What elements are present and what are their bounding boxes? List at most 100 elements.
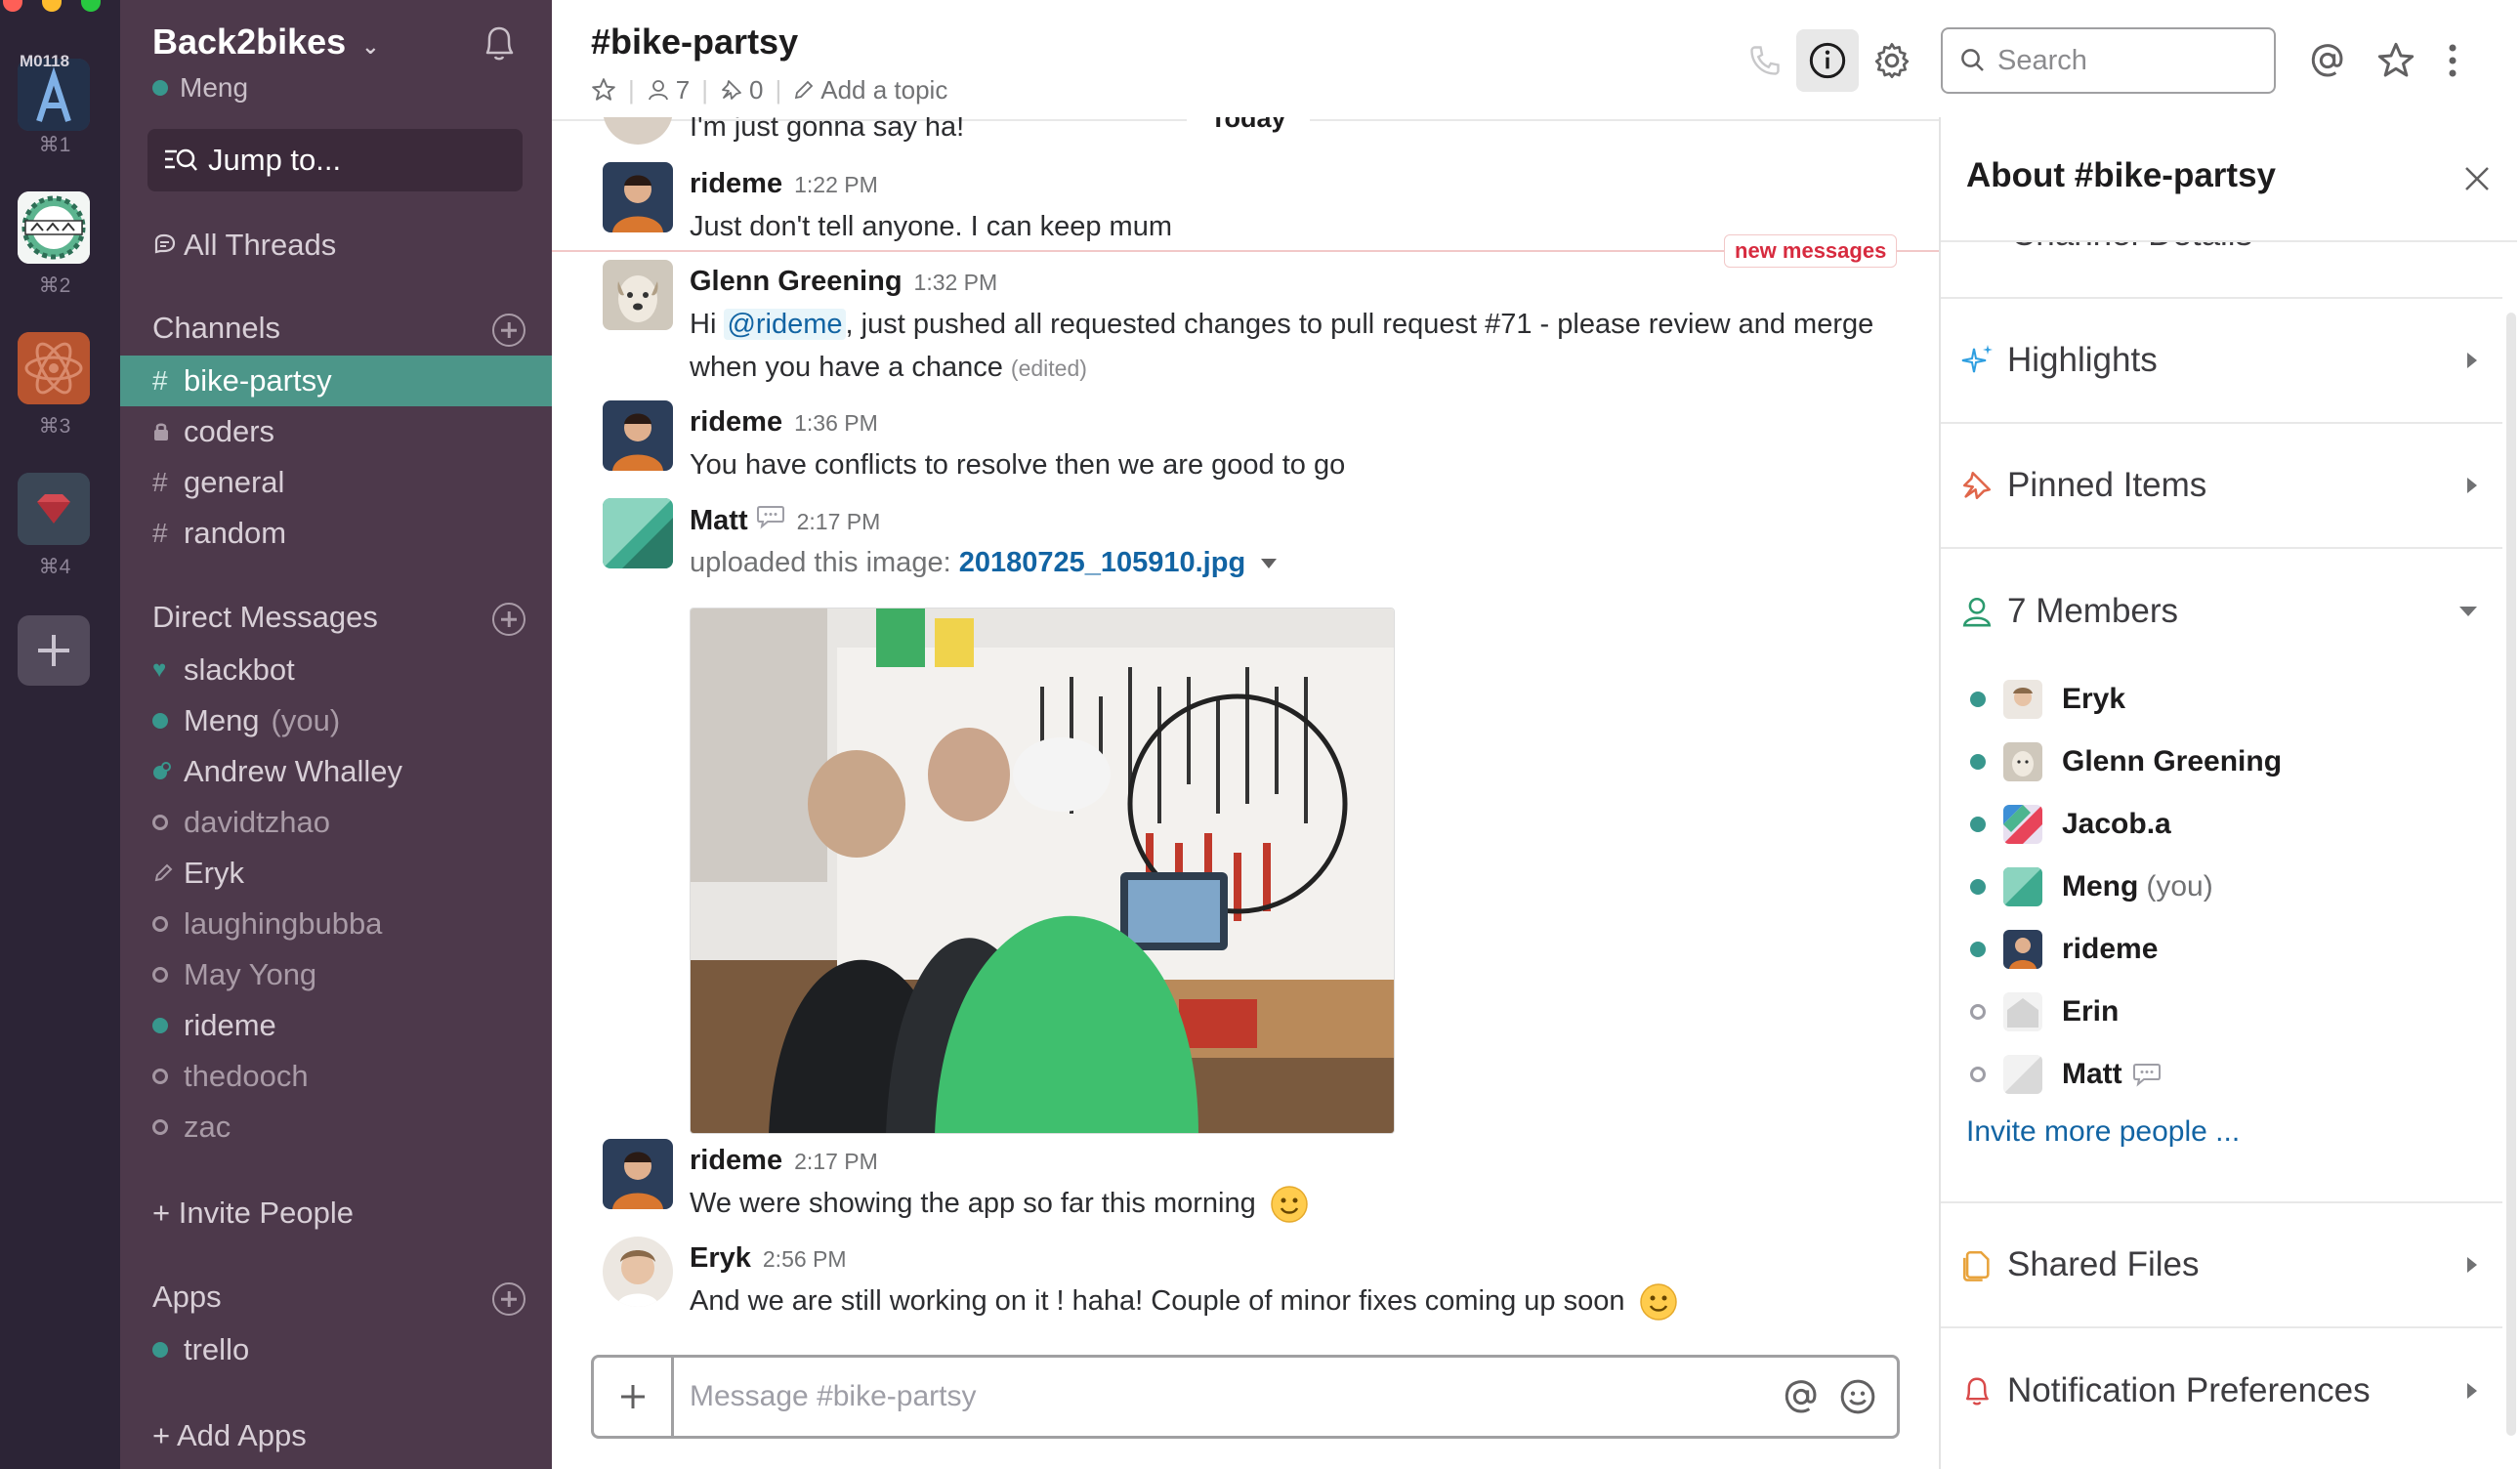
channel-name: bike-partsy [184, 363, 332, 398]
jump-to-label: Jump to... [208, 143, 342, 177]
team-gem[interactable] [18, 473, 90, 545]
file-link[interactable]: 20180725_105910.jpg [959, 547, 1245, 578]
sidebar-item-slackbot[interactable]: ♥ slackbot [120, 645, 552, 695]
member-meng[interactable]: Meng (you) [1970, 861, 2213, 912]
sidebar-item-davidtzhao[interactable]: davidtzhao [120, 797, 552, 848]
close-window-button[interactable] [3, 0, 22, 12]
section-label: 7 Members [2007, 592, 2179, 630]
new-messages-badge[interactable]: new messages [1724, 234, 1898, 268]
message-author[interactable]: Eryk [690, 1242, 751, 1275]
all-threads-link[interactable]: All Threads [120, 220, 552, 271]
mentions-button[interactable] [2296, 29, 2359, 92]
sidebar-item-general[interactable]: # general [120, 457, 552, 508]
sidebar-item-trello[interactable]: trello [120, 1324, 552, 1375]
close-icon [2465, 167, 2489, 190]
message-author[interactable]: Matt [690, 505, 748, 537]
presence-away-icon [1970, 1004, 1986, 1020]
member-name: Glenn Greening [2062, 745, 2283, 777]
team-react[interactable] [18, 332, 90, 404]
highlights-section[interactable]: Highlights [1941, 299, 2502, 424]
message-text-body: , just pushed all requested changes to p… [690, 309, 1874, 383]
members-count-button[interactable]: 7 [647, 75, 690, 105]
add-topic-button[interactable]: Add a topic [793, 75, 947, 105]
add-channel-button[interactable] [492, 314, 525, 347]
sidebar-item-zac[interactable]: zac [120, 1102, 552, 1153]
message-timestamp[interactable]: 1:32 PM [914, 270, 998, 296]
message-timestamp[interactable]: 1:36 PM [794, 410, 878, 437]
team-back2bikes[interactable] [18, 191, 90, 264]
attach-file-button[interactable] [594, 1358, 674, 1436]
sidebar-item-bike-partsy[interactable]: # bike-partsy [120, 356, 552, 406]
panel-scrollbar[interactable] [2506, 313, 2516, 1436]
message-author[interactable]: rideme [690, 1145, 782, 1177]
you-label: (you) [271, 703, 341, 737]
current-user[interactable]: Meng [152, 72, 248, 104]
avatar [603, 162, 673, 232]
member-jacob-a[interactable]: Jacob.a [1970, 799, 2171, 850]
more-options-button[interactable] [2433, 29, 2472, 92]
message-author[interactable]: Glenn Greening [690, 266, 903, 298]
message-timestamp[interactable]: 2:56 PM [763, 1246, 847, 1273]
message-list[interactable]: Today I'm just gonna say ha! rideme 1:22 … [552, 117, 1939, 1348]
sidebar-item-andrew-whalley[interactable]: Andrew Whalley [120, 746, 552, 797]
message-input[interactable]: Message #bike-partsy [690, 1380, 1782, 1413]
channel-info-button[interactable] [1796, 29, 1859, 92]
mention-button[interactable] [1782, 1377, 1821, 1416]
close-panel-button[interactable] [2462, 164, 2492, 193]
member-matt[interactable]: Matt [1970, 1049, 2162, 1100]
message-timestamp[interactable]: 2:17 PM [794, 1149, 878, 1175]
starred-items-button[interactable] [2365, 29, 2427, 92]
pinned-count-button[interactable]: 0 [720, 75, 763, 105]
add-topic-label: Add a topic [820, 74, 948, 105]
add-dm-button[interactable] [492, 603, 525, 636]
invite-people-link[interactable]: + Invite People [120, 1188, 552, 1238]
search-input[interactable]: Search [1941, 27, 2276, 94]
sidebar-item-laughingbubba[interactable]: laughingbubba [120, 899, 552, 949]
presence-mobile-icon [152, 762, 184, 781]
uploaded-image[interactable] [690, 608, 1395, 1134]
apps-header[interactable]: Apps [152, 1280, 222, 1315]
message-timestamp[interactable]: 1:22 PM [794, 172, 878, 198]
speech-bubble-icon [2132, 1062, 2162, 1087]
emoji-picker-button[interactable] [1838, 1377, 1877, 1416]
add-workspace-button[interactable] [18, 615, 90, 686]
sidebar-item-meng[interactable]: Meng (you) [120, 695, 552, 746]
star-channel-button[interactable] [591, 77, 616, 103]
chevron-down-icon [2457, 605, 2479, 618]
hash-icon: # [152, 518, 168, 548]
sidebar-item-coders[interactable]: coders [120, 406, 552, 457]
shared-files-section[interactable]: Shared Files [1941, 1203, 2502, 1328]
add-app-button[interactable] [492, 1282, 525, 1316]
member-erin[interactable]: Erin [1970, 986, 2119, 1037]
message-author[interactable]: rideme [690, 168, 782, 200]
member-eryk[interactable]: Eryk [1970, 674, 2125, 725]
members-section[interactable]: 7 Members [1941, 549, 2502, 674]
sidebar-item-eryk[interactable]: Eryk [120, 848, 552, 899]
notification-preferences-section[interactable]: Notification Preferences [1941, 1328, 2502, 1453]
call-button[interactable] [1734, 29, 1796, 92]
zoom-window-button[interactable] [81, 0, 101, 12]
channels-header[interactable]: Channels [152, 311, 280, 346]
user-mention[interactable]: @rideme [724, 309, 846, 340]
sidebar-item-rideme[interactable]: rideme [120, 1000, 552, 1051]
phone-icon [1750, 46, 1780, 75]
message-timestamp[interactable]: 2:17 PM [797, 509, 881, 535]
channel-settings-button[interactable] [1861, 29, 1923, 92]
minimize-window-button[interactable] [42, 0, 62, 12]
sidebar-item-may-yong[interactable]: May Yong [120, 949, 552, 1000]
notifications-bell-button[interactable] [480, 21, 519, 64]
add-apps-link[interactable]: + Add Apps [120, 1410, 552, 1461]
sidebar-item-thedooch[interactable]: thedooch [120, 1051, 552, 1102]
file-menu-caret-icon[interactable] [1259, 557, 1279, 570]
heart-icon: ♥ [152, 656, 167, 683]
workspace-menu[interactable]: Back2bikes ⌄ [152, 21, 380, 63]
message-author[interactable]: rideme [690, 406, 782, 439]
jump-to-button[interactable]: Jump to... [147, 129, 523, 191]
dm-name: Andrew Whalley [184, 754, 402, 788]
member-rideme[interactable]: rideme [1970, 924, 2158, 975]
pinned-items-section[interactable]: Pinned Items [1941, 424, 2502, 549]
invite-more-people-link[interactable]: Invite more people ... [1966, 1115, 2240, 1149]
sidebar-item-random[interactable]: # random [120, 508, 552, 559]
member-glenn-greening[interactable]: Glenn Greening [1970, 736, 2282, 787]
direct-messages-header[interactable]: Direct Messages [152, 600, 378, 635]
